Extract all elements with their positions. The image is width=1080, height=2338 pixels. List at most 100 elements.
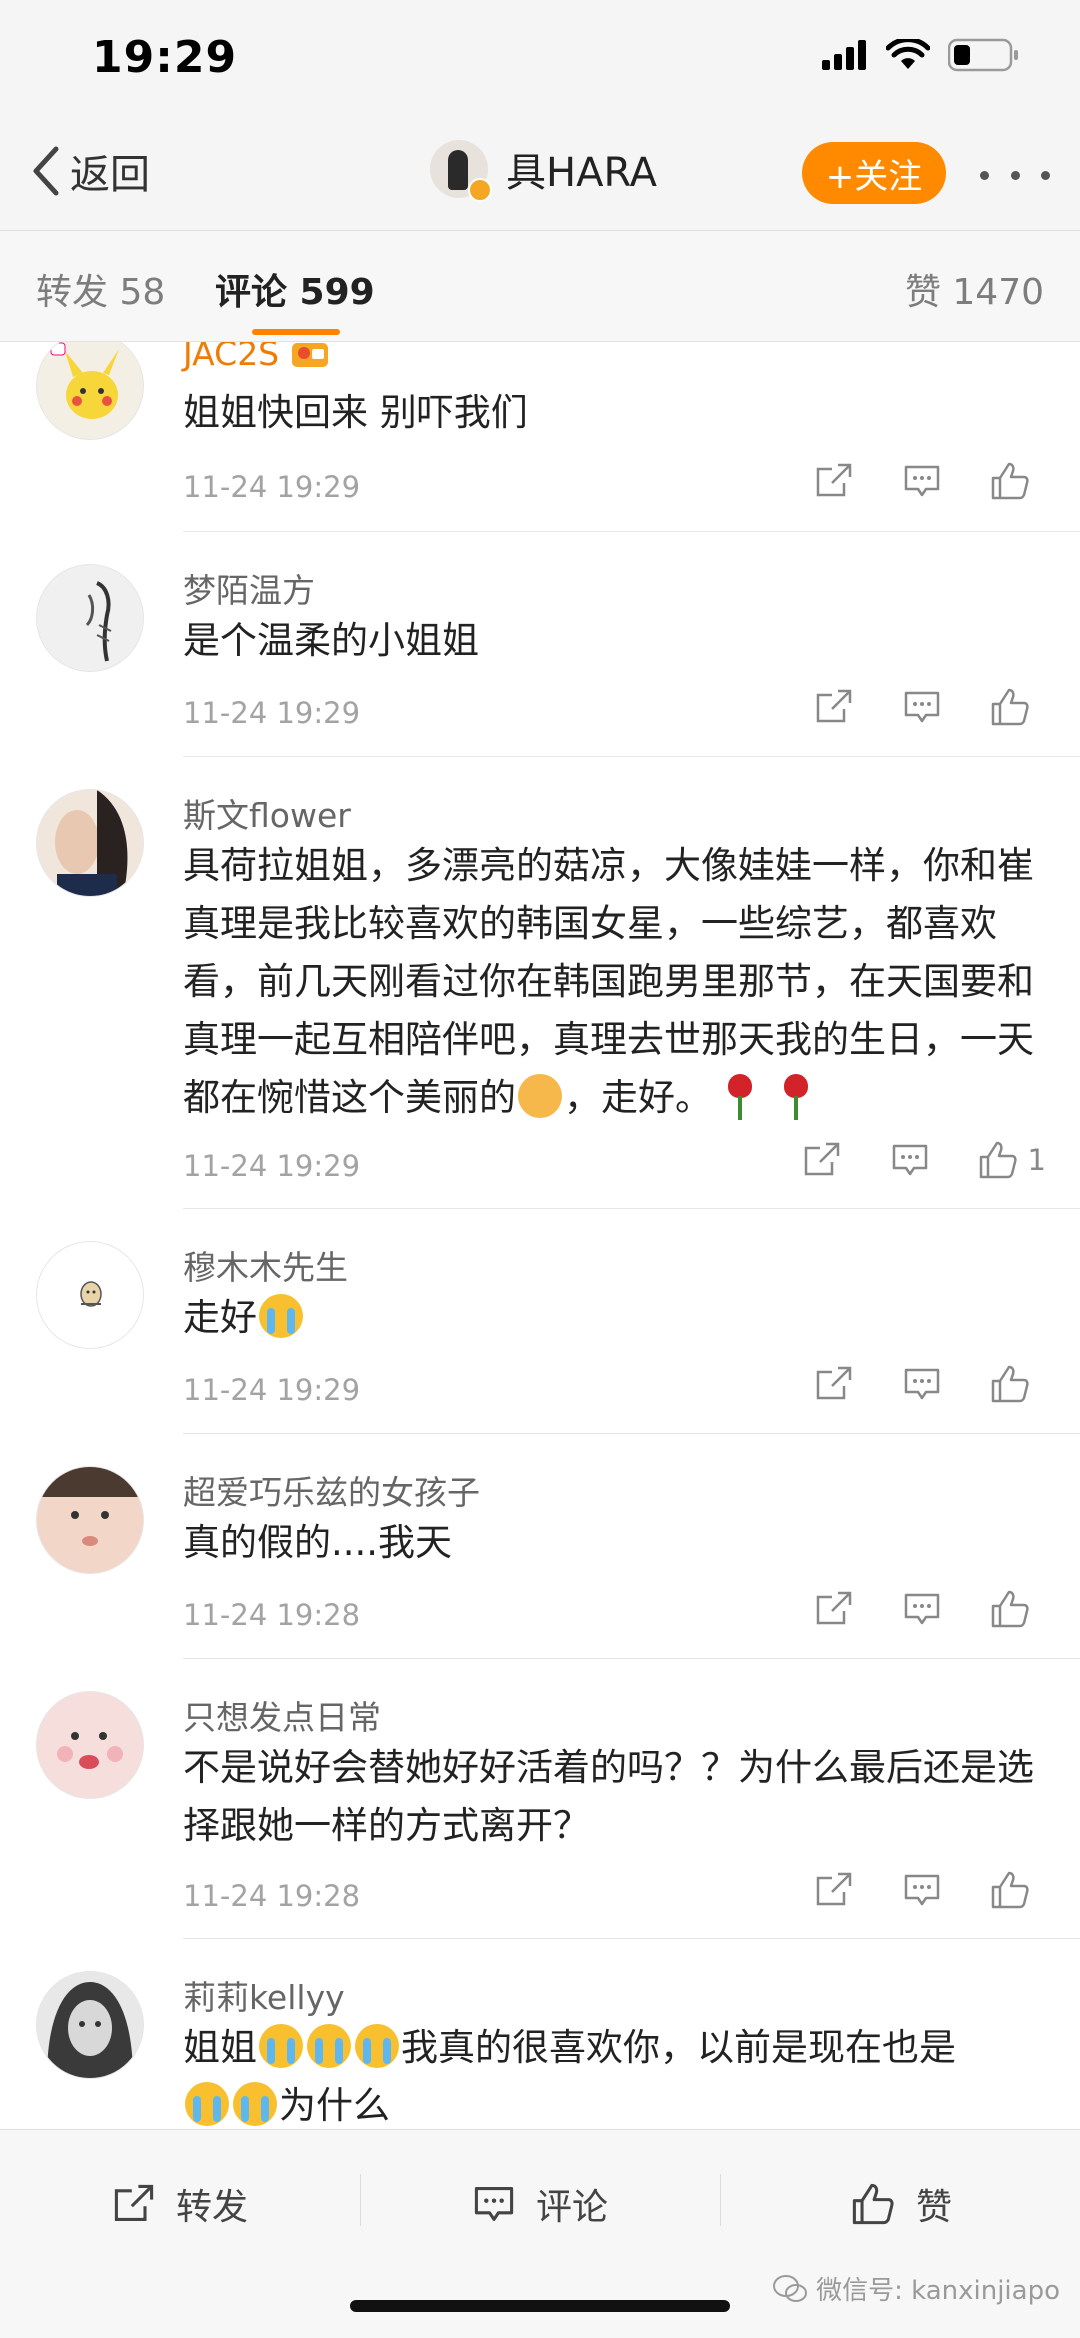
status-time: 19:29 — [92, 32, 238, 83]
comment-item: 穆木木先生 走好 11-24 19:29 — [0, 1209, 1080, 1434]
repost-icon[interactable] — [790, 461, 878, 501]
wifi-icon — [886, 39, 930, 69]
avatar[interactable] — [430, 140, 492, 202]
comment-list[interactable]: JAC2S 姐姐快回来 别吓我们 11-24 19:29 梦陌温方 是个温柔的小… — [0, 342, 1080, 2128]
like-icon — [852, 2183, 894, 2225]
profile-header[interactable]: 具HARA — [430, 140, 657, 202]
follow-button[interactable]: +关注 — [802, 142, 946, 204]
comment-item: 斯文flower 具荷拉姐姐，多漂亮的菇凉，大像娃娃一样，你和崔真理是我比较喜欢… — [0, 757, 1080, 1209]
face-avatar-icon — [57, 1732, 123, 1769]
like-button[interactable]: 赞 — [850, 2178, 952, 2230]
avatar[interactable] — [36, 1241, 144, 1349]
comment-time: 11-24 19:29 — [183, 1373, 361, 1407]
comment-username[interactable]: 只想发点日常 — [183, 1691, 381, 1739]
repost-icon[interactable] — [790, 687, 878, 727]
repost-button[interactable]: 转发 — [112, 2178, 248, 2230]
like-icon[interactable] — [966, 1363, 1054, 1405]
pikachu-avatar-icon — [50, 342, 119, 419]
profile-name[interactable]: 具HARA — [506, 140, 657, 198]
more-options-icon[interactable] — [980, 150, 1050, 200]
crying-emoji-icon — [185, 2082, 229, 2126]
tab-comment[interactable]: 评论 599 — [215, 263, 375, 315]
separator — [720, 2174, 721, 2226]
vip-badge-icon — [291, 343, 328, 367]
comment-username[interactable]: 斯文flower — [183, 789, 351, 837]
crying-emoji-icon — [259, 2024, 303, 2068]
comment-text: 真的假的....我天 — [183, 1521, 453, 1564]
watermark-text: 微信号: kanxinjiapo — [816, 2276, 1060, 2306]
chevron-left-icon — [33, 146, 59, 196]
avatar[interactable] — [36, 1466, 144, 1574]
comment-time: 11-24 19:29 — [183, 696, 361, 730]
comment-username[interactable]: 超爱巧乐兹的女孩子 — [183, 1466, 480, 1514]
rose-emoji-icon — [778, 1072, 814, 1120]
avatar[interactable] — [36, 342, 144, 440]
comment-actions — [790, 460, 1054, 502]
home-indicator[interactable] — [350, 2300, 730, 2312]
watermark: 微信号: kanxinjiapo — [772, 2270, 1060, 2307]
status-icons — [822, 38, 1020, 72]
comment-actions — [790, 1869, 1054, 1911]
repost-icon[interactable] — [790, 1364, 878, 1404]
crying-emoji-icon — [259, 1294, 303, 1338]
like-icon[interactable] — [966, 1869, 1054, 1911]
repost-icon[interactable] — [790, 1589, 878, 1629]
portrait-avatar-icon — [55, 790, 128, 896]
comment-username[interactable]: 梦陌温方 — [183, 564, 315, 612]
comment-icon — [474, 2187, 514, 2221]
like-count: 1 — [1027, 1143, 1046, 1177]
comment-icon[interactable] — [866, 1140, 954, 1180]
comment-item: 超爱巧乐兹的女孩子 真的假的....我天 11-24 19:28 — [0, 1434, 1080, 1659]
like-label: 赞 — [916, 2187, 953, 2228]
rose-emoji-icon — [722, 1072, 758, 1120]
comment-actions — [790, 686, 1054, 728]
bw-portrait-avatar-icon — [47, 1982, 133, 2078]
comment-item: 只想发点日常 不是说好会替她好好活着的吗？？为什么最后还是选择跟她一样的方式离开… — [0, 1659, 1080, 1939]
comment-username[interactable]: 穆木木先生 — [183, 1241, 348, 1289]
repost-icon[interactable] — [778, 1140, 866, 1180]
tab-like[interactable]: 赞 1470 — [905, 263, 1044, 315]
avatar[interactable] — [36, 1971, 144, 2079]
repost-icon — [114, 2184, 154, 2221]
crying-emoji-icon — [355, 2024, 399, 2068]
tab-repost[interactable]: 转发 58 — [36, 263, 165, 315]
comment-icon[interactable] — [878, 687, 966, 727]
like-icon[interactable] — [966, 686, 1054, 728]
comment-item: 梦陌温方 是个温柔的小姐姐 11-24 19:29 — [0, 532, 1080, 757]
nav-bar: 返回 具HARA +关注 — [0, 120, 1080, 231]
comment-time: 11-24 19:29 — [183, 470, 361, 504]
bottom-action-bar: 转发 评论 赞 微信号: kanxinjiapo — [0, 2129, 1080, 2338]
separator — [360, 2174, 361, 2226]
crying-emoji-icon — [307, 2024, 351, 2068]
comment-label: 评论 — [536, 2187, 609, 2228]
like-icon[interactable] — [966, 1588, 1054, 1630]
avatar[interactable] — [36, 1691, 144, 1799]
back-button[interactable]: 返回 — [30, 142, 150, 200]
avatar[interactable] — [36, 564, 144, 672]
battery-icon — [948, 38, 1018, 72]
avatar-figure — [448, 150, 468, 190]
baby-avatar-icon — [37, 1467, 143, 1546]
repost-icon[interactable] — [790, 1870, 878, 1910]
girl-emoji-icon — [518, 1074, 562, 1118]
comment-item: 莉莉kellyy 姐姐 我真的很喜欢你，以前是现在也是 为什么 — [0, 1939, 1080, 2128]
comment-text: 不是说好会替她好好活着的吗？？为什么最后还是选择跟她一样的方式离开？ — [183, 1746, 1034, 1847]
repost-label: 转发 — [176, 2187, 249, 2228]
status-bar: 19:29 — [0, 0, 1080, 120]
comment-icon[interactable] — [878, 1870, 966, 1910]
comment-username[interactable]: JAC2S — [183, 342, 330, 373]
comment-icon[interactable] — [878, 461, 966, 501]
like-icon[interactable] — [966, 460, 1054, 502]
comment-time: 11-24 19:28 — [183, 1598, 361, 1632]
comment-button[interactable]: 评论 — [472, 2178, 608, 2230]
signal-icon — [822, 40, 866, 70]
comment-username[interactable]: 莉莉kellyy — [183, 1971, 345, 2019]
comment-icon[interactable] — [878, 1364, 966, 1404]
comment-actions — [790, 1588, 1054, 1630]
comment-item: JAC2S 姐姐快回来 别吓我们 11-24 19:29 — [0, 342, 1080, 532]
avatar[interactable] — [36, 789, 144, 897]
sketch-avatar-icon — [85, 581, 112, 662]
active-tab-indicator — [252, 329, 340, 335]
comment-actions: 1 — [778, 1139, 1054, 1181]
comment-icon[interactable] — [878, 1589, 966, 1629]
